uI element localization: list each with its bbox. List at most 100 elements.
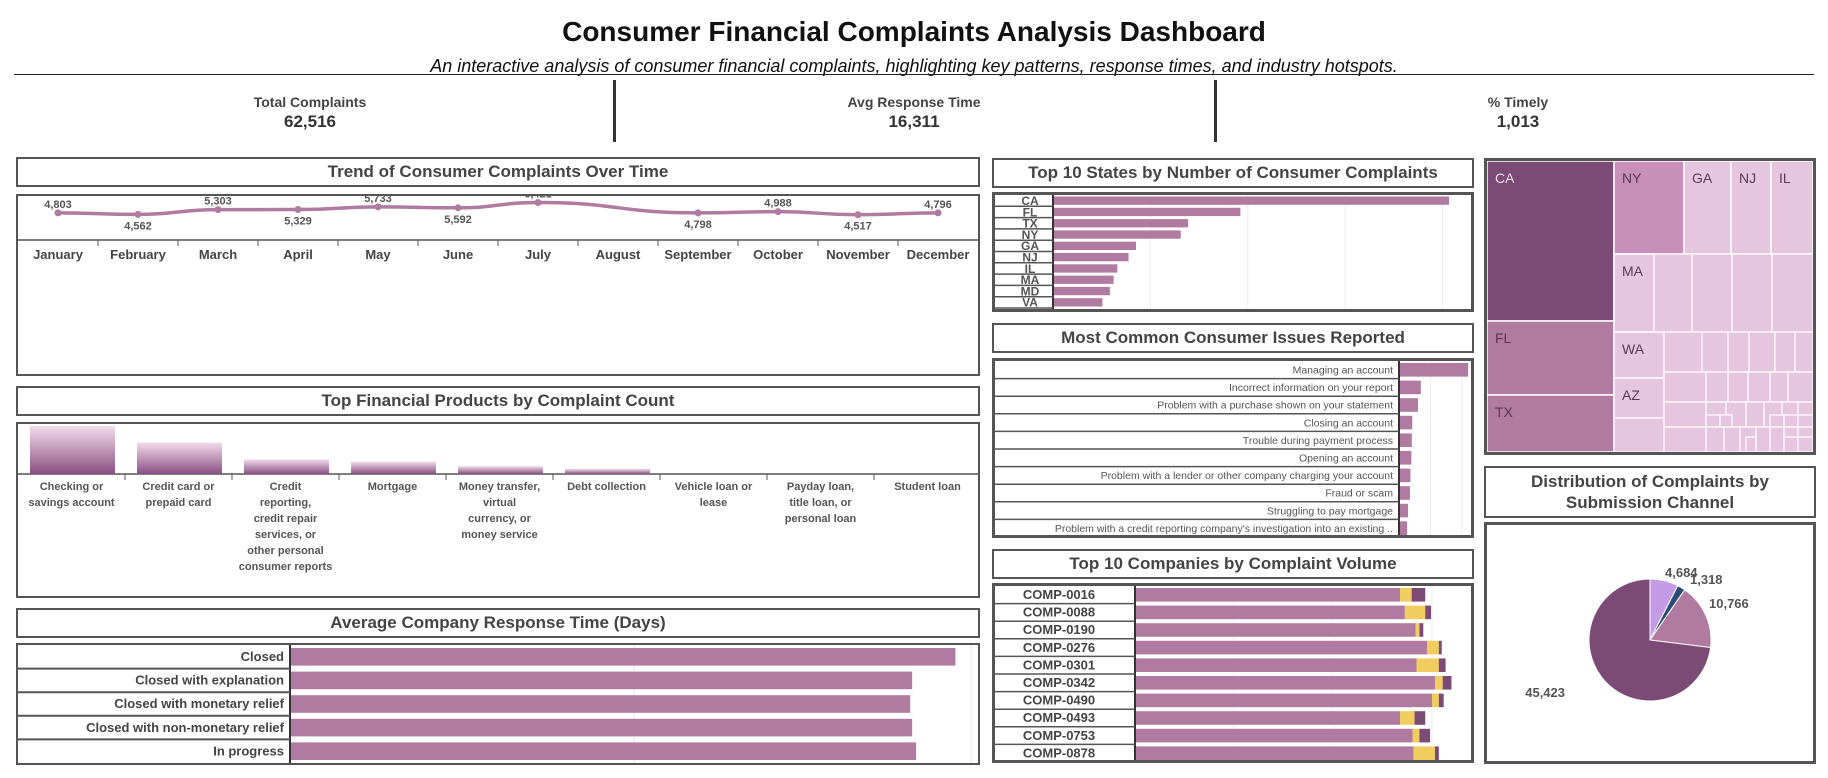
kpi-avg-response-time: Avg Response Time 16,311	[614, 94, 1214, 132]
response-category-label: Closed	[241, 649, 284, 664]
issue-bar	[1400, 468, 1411, 483]
channel-chart-panel: 4,684 1,318 10,766 45,423	[1484, 522, 1816, 764]
state-treemap: CA FL TX NY GA NJ IL MA WA AZ	[1486, 160, 1814, 453]
trend-data-label: 4,796	[924, 199, 952, 211]
state-bar	[1054, 275, 1114, 284]
company-bar-segment	[1438, 640, 1442, 655]
state-bar	[1054, 264, 1118, 273]
company-label: COMP-0493	[1023, 710, 1095, 725]
trend-month-label: January	[33, 247, 84, 262]
treemap-tile	[1769, 371, 1789, 403]
treemap-tile	[1727, 371, 1749, 403]
response-category-label: Closed with explanation	[135, 673, 284, 688]
trend-month-label: April	[283, 247, 313, 262]
kpi-label: % Timely	[1487, 94, 1549, 110]
trend-data-label: 4,803	[44, 199, 72, 211]
company-bar-segment	[1413, 746, 1435, 760]
treemap-tile	[1727, 331, 1750, 373]
issue-label: Incorrect information on your report	[1229, 382, 1393, 394]
treemap-tile-label: WA	[1622, 341, 1645, 357]
treemap-tile-label: CA	[1495, 170, 1515, 186]
state-bar	[1054, 230, 1181, 239]
trend-month-label: May	[365, 247, 391, 262]
issue-bar	[1400, 415, 1413, 430]
trend-month-label: March	[199, 247, 237, 262]
company-label: COMP-0878	[1023, 745, 1095, 760]
trend-line-chart: January February March April May June July Augu…	[18, 189, 978, 262]
company-bar-segment	[1419, 728, 1431, 743]
treemap-tile	[1770, 160, 1814, 255]
company-label: COMP-0016	[1023, 587, 1095, 602]
company-bar-segment	[1414, 711, 1426, 725]
issues-chart-panel: Managing an account Incorrect information…	[992, 358, 1474, 538]
product-bar	[30, 426, 115, 474]
issue-bar	[1400, 503, 1409, 518]
company-label: COMP-0190	[1023, 622, 1095, 637]
product-bar	[565, 468, 650, 474]
products-header: Top Financial Products by Complaint Coun…	[16, 386, 980, 416]
product-label: Payday loan, title loan, or personal loan	[785, 481, 857, 525]
channel-pie-chart: 4,6841,31810,76645,423	[1525, 565, 1749, 702]
dashboard-title: Consumer Financial Complaints Analysis D…	[562, 16, 1266, 47]
state-bar	[1054, 241, 1136, 250]
response-bar	[291, 742, 917, 760]
product-bar	[137, 442, 222, 474]
kpi-value: 62,516	[284, 112, 336, 131]
product-bar	[458, 466, 543, 474]
kpi-value: 16,311	[888, 112, 940, 131]
trend-data-label: 4,988	[764, 198, 792, 210]
treemap-tile	[1723, 426, 1741, 453]
channel-header: Distribution of Complaints by Submission…	[1484, 466, 1816, 518]
kpi-divider	[1214, 80, 1217, 142]
trend-data-label: 4,517	[844, 221, 872, 233]
trend-point	[294, 205, 302, 213]
treemap-tile	[1691, 253, 1733, 333]
issue-bar	[1400, 433, 1412, 447]
treemap-tile	[1748, 331, 1776, 373]
treemap-tile	[1653, 253, 1693, 333]
company-bar-segment	[1136, 588, 1400, 602]
treemap-tile	[1783, 414, 1799, 428]
treemap-tile-label: TX	[1495, 404, 1514, 420]
treemap-tile	[1771, 253, 1814, 333]
issues-bar-chart: Managing an account Incorrect information…	[995, 361, 1469, 538]
state-bar	[1054, 253, 1129, 262]
issue-label: Opening an account	[1299, 453, 1393, 465]
company-bar-segment	[1136, 728, 1413, 743]
trend-month-label: July	[525, 247, 552, 262]
kpi-label: Avg Response Time	[847, 94, 981, 110]
trend-data-label: 6,421	[524, 196, 552, 201]
trend-month-label: February	[110, 247, 166, 262]
company-bar-segment	[1442, 676, 1452, 690]
treemap-tile	[1797, 436, 1814, 453]
product-label: Checking or savings account	[28, 481, 115, 509]
product-bar	[351, 461, 436, 474]
response-category-label: Closed with monetary relief	[114, 696, 284, 711]
product-label: Student loan	[894, 481, 961, 493]
company-bar-segment	[1412, 728, 1420, 743]
issue-label: Closing an account	[1304, 417, 1393, 429]
pie-label: 45,423	[1525, 685, 1565, 700]
company-label: COMP-0088	[1023, 605, 1095, 620]
issues-header: Most Common Consumer Issues Reported	[992, 323, 1474, 353]
company-bar-segment	[1136, 605, 1405, 620]
trend-month-label: October	[753, 247, 803, 262]
pie-label: 10,766	[1709, 596, 1749, 611]
trend-month-label: June	[443, 247, 473, 262]
kpi-total-complaints: Total Complaints 62,516	[10, 94, 610, 132]
company-bar-segment	[1438, 658, 1446, 672]
issue-bar	[1400, 486, 1410, 500]
issue-label: Fraud or scam	[1325, 488, 1393, 500]
response-header: Average Company Response Time (Days)	[16, 608, 980, 638]
title-divider	[14, 74, 1814, 75]
products-chart-panel: Checking or savings account Credit card or…	[16, 422, 980, 598]
company-bar-segment	[1427, 640, 1439, 655]
trend-point	[694, 209, 702, 217]
product-label: Vehicle loan or lease	[675, 481, 753, 509]
response-bar	[291, 695, 911, 713]
company-label: COMP-0276	[1023, 640, 1095, 655]
issue-label: Managing an account	[1293, 365, 1393, 377]
company-bar-segment	[1136, 640, 1428, 655]
treemap-tile	[1774, 331, 1796, 373]
company-bar-segment	[1136, 746, 1414, 760]
